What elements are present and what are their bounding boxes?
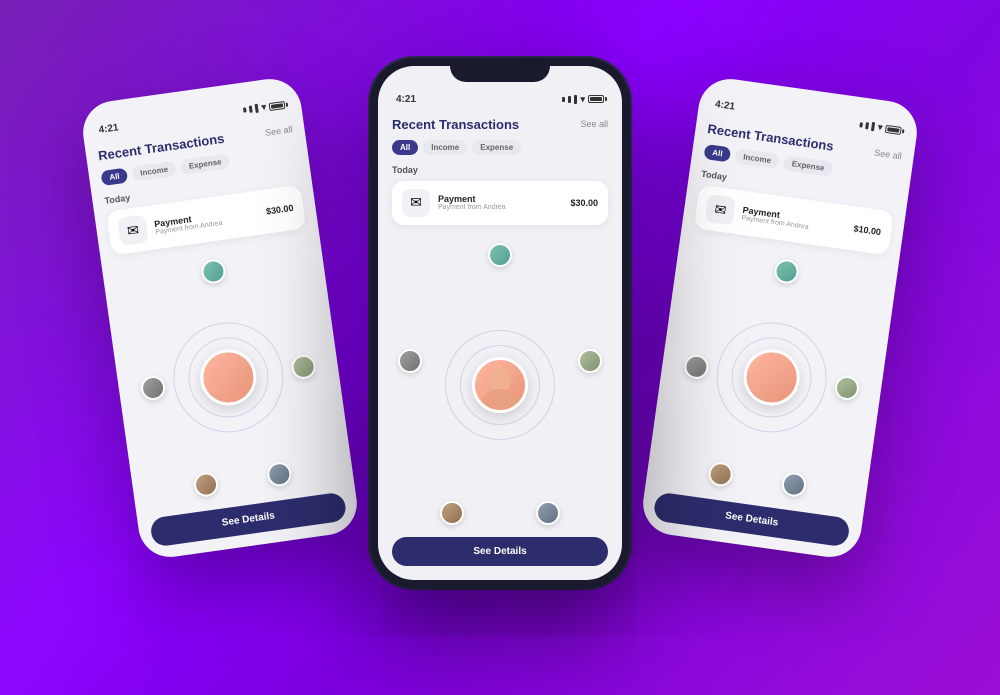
orbit-left xyxy=(398,349,422,373)
orbit-bottom-left xyxy=(440,501,464,525)
t-sub-center: Payment from Andrea xyxy=(438,204,506,211)
filter-all-left[interactable]: All xyxy=(100,167,128,186)
filter-income-left[interactable]: Income xyxy=(131,160,177,181)
notch xyxy=(450,58,550,82)
wifi-icon-right: ▾ xyxy=(877,121,883,133)
orbit-avatar-top-right xyxy=(773,257,800,284)
right-phone-card: 4:21 ▾ Recent Transactions See all All I… xyxy=(639,74,921,560)
orbit-avatar-bl-left xyxy=(192,471,219,498)
center-phone-screen: 4:21 ▾ Recent Transactions See all All xyxy=(378,66,622,580)
filter-income-center[interactable]: Income xyxy=(423,140,467,155)
see-details-btn-center[interactable]: See Details xyxy=(392,537,608,566)
orbit-avatar-mr-left xyxy=(290,353,317,380)
orbit-bottom-right xyxy=(536,501,560,525)
payment-icon-center: ✉ xyxy=(402,189,430,217)
t-name-center: Payment xyxy=(438,194,506,204)
filter-tabs-center: All Income Expense xyxy=(392,140,608,155)
orbit-right xyxy=(578,349,602,373)
filter-expense-right[interactable]: Expense xyxy=(783,155,834,177)
section-title-center: Recent Transactions xyxy=(392,117,519,132)
left-phone-card: 4:21 ▾ Recent Transactions See all All I… xyxy=(79,74,361,560)
t-amount-left: $30.00 xyxy=(265,202,294,216)
time-left: 4:21 xyxy=(98,122,119,136)
payment-icon-right: ✉ xyxy=(705,193,737,225)
filter-all-right[interactable]: All xyxy=(703,143,731,162)
see-all-left[interactable]: See all xyxy=(264,123,293,137)
center-avatar-main xyxy=(472,357,528,413)
wifi-icon-left: ▾ xyxy=(261,101,267,113)
transaction-card-center: ✉ Payment Payment from Andrea $30.00 xyxy=(392,181,608,225)
t-amount-right: $10.00 xyxy=(853,223,882,237)
avatar-network-right xyxy=(657,236,887,519)
center-phone-frame: 4:21 ▾ Recent Transactions See all All xyxy=(370,58,630,588)
t-amount-center: $30.00 xyxy=(570,198,598,208)
filter-expense-left[interactable]: Expense xyxy=(180,153,231,175)
day-label-center: Today xyxy=(392,165,608,175)
avatar-network-center xyxy=(392,237,608,533)
orbit-avatar-bl-right xyxy=(707,460,734,487)
wifi-icon-center: ▾ xyxy=(580,94,585,105)
orbit-avatar-br-right xyxy=(780,471,807,498)
orbit-avatar-br-left xyxy=(266,460,293,487)
avatar-network-left xyxy=(113,236,343,519)
status-bar-center: 4:21 ▾ xyxy=(392,94,608,105)
time-center: 4:21 xyxy=(396,94,416,105)
filter-all-center[interactable]: All xyxy=(392,140,418,155)
payment-icon-left: ✉ xyxy=(117,214,149,246)
orbit-top xyxy=(488,243,512,267)
see-all-center[interactable]: See all xyxy=(580,119,608,129)
see-all-right[interactable]: See all xyxy=(874,147,903,161)
filter-expense-center[interactable]: Expense xyxy=(472,140,521,155)
orbit-avatar-mr-right xyxy=(833,374,860,401)
scene: 4:21 ▾ Recent Transactions See all All I… xyxy=(50,28,950,668)
orbit-avatar-top-left xyxy=(200,257,227,284)
time-right: 4:21 xyxy=(714,98,735,112)
filter-income-right[interactable]: Income xyxy=(734,148,780,169)
orbit-avatar-ml-left xyxy=(140,374,167,401)
orbit-avatar-ml-right xyxy=(683,353,710,380)
